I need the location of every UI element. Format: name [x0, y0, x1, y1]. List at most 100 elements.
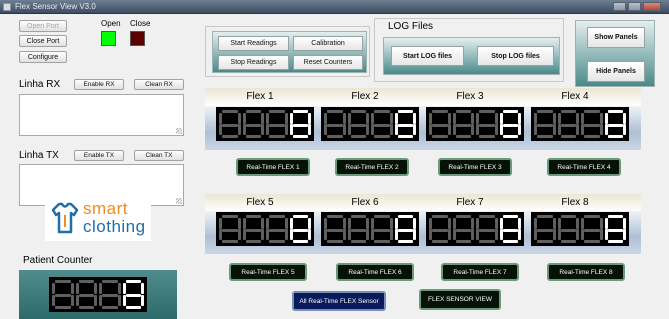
stop-log-files-button[interactable]: Stop LOG files	[477, 46, 554, 66]
clean-rx-button[interactable]: Clean RX	[134, 79, 184, 90]
flex-7-name: Flex 7	[456, 197, 484, 208]
minimize-button[interactable]	[613, 2, 626, 11]
display-digit	[371, 110, 393, 138]
display-digit	[476, 110, 498, 138]
counter-digit	[52, 280, 74, 309]
tx-label: Linha TX	[19, 150, 59, 161]
flex-6-name: Flex 6	[351, 197, 379, 208]
display-digit	[219, 215, 241, 243]
close-port-button[interactable]: Close Port	[19, 35, 67, 47]
display-digit	[324, 110, 346, 138]
maximize-button[interactable]	[628, 2, 641, 11]
enable-rx-button[interactable]: Enable RX	[74, 79, 124, 90]
display-digit	[429, 215, 451, 243]
flex-8-display	[531, 212, 629, 246]
configure-button[interactable]: Configure	[19, 51, 67, 63]
start-log-files-button[interactable]: Start LOG files	[391, 46, 464, 66]
resize-grip[interactable]	[176, 198, 182, 204]
patient-counter-display	[49, 277, 147, 312]
show-panels-button[interactable]: Show Panels	[587, 27, 645, 48]
flex-5-name: Flex 5	[246, 197, 274, 208]
display-digit	[347, 110, 369, 138]
flex-8-name: Flex 8	[561, 197, 589, 208]
flex-5-display	[216, 212, 314, 246]
stop-readings-button[interactable]: Stop Readings	[218, 55, 289, 70]
realtime-flex-1-button[interactable]: Real-Time FLEX 1	[236, 158, 310, 176]
realtime-flex-3-button[interactable]: Real-Time FLEX 3	[438, 158, 512, 176]
display-digit	[452, 215, 474, 243]
title-bar: Flex Sensor View V3.0	[0, 0, 669, 14]
display-digit	[499, 215, 521, 243]
display-digit	[429, 110, 451, 138]
display-digit	[604, 215, 626, 243]
start-readings-button[interactable]: Start Readings	[218, 36, 289, 51]
display-digit	[219, 110, 241, 138]
display-digit	[242, 110, 264, 138]
app-icon	[3, 3, 11, 11]
display-digit	[289, 215, 311, 243]
readings-panel: Start Readings Calibration Stop Readings…	[212, 31, 367, 73]
display-digit	[534, 215, 556, 243]
close-window-button[interactable]	[643, 2, 661, 11]
realtime-flex-6-button[interactable]: Real-Time FLEX 6	[336, 263, 414, 281]
display-digit	[324, 215, 346, 243]
display-digit	[452, 110, 474, 138]
display-digit	[266, 110, 288, 138]
flex-4-name: Flex 4	[561, 91, 589, 102]
patient-counter-panel	[19, 270, 177, 319]
patient-counter-label: Patient Counter	[23, 255, 93, 266]
realtime-flex-8-button[interactable]: Real-Time FLEX 8	[547, 263, 625, 281]
smart-clothing-logo: smart clothing	[45, 197, 151, 241]
display-digit	[557, 110, 579, 138]
display-digit	[581, 215, 603, 243]
log-files-title: LOG Files	[388, 21, 434, 32]
flex-sensor-view-button[interactable]: FLEX SENSOR VIEW	[419, 289, 501, 310]
display-digit	[266, 215, 288, 243]
flex-1-display	[216, 107, 314, 141]
close-status-led	[130, 31, 145, 46]
display-digit	[581, 110, 603, 138]
open-port-button[interactable]: Open Port	[19, 20, 67, 32]
main-window: Open Port Close Port Configure Open Clos…	[0, 14, 669, 319]
hide-panels-button[interactable]: Hide Panels	[587, 61, 645, 82]
display-digit	[289, 110, 311, 138]
counter-digit	[75, 280, 97, 309]
window-title: Flex Sensor View V3.0	[15, 2, 96, 11]
logo-text-clothing: clothing	[83, 217, 146, 236]
rx-textarea[interactable]	[19, 94, 184, 136]
window-controls	[613, 2, 661, 11]
realtime-flex-7-button[interactable]: Real-Time FLEX 7	[441, 263, 519, 281]
display-digit	[371, 215, 393, 243]
panels-group: Show Panels Hide Panels	[575, 20, 655, 87]
realtime-flex-5-button[interactable]: Real-Time FLEX 5	[229, 263, 307, 281]
shirt-icon	[51, 202, 79, 234]
logo-text-smart: smart	[83, 199, 128, 218]
flex-3-display	[426, 107, 524, 141]
display-digit	[394, 110, 416, 138]
flex-1-name: Flex 1	[246, 91, 274, 102]
display-digit	[476, 215, 498, 243]
counter-digit	[99, 280, 121, 309]
reset-counters-button[interactable]: Reset Counters	[293, 55, 363, 70]
counter-digit	[122, 280, 144, 309]
display-digit	[534, 110, 556, 138]
open-status-led	[101, 31, 116, 46]
resize-grip[interactable]	[176, 128, 182, 134]
flex-2-display	[321, 107, 419, 141]
clean-tx-button[interactable]: Clean TX	[134, 150, 184, 161]
flex-4-display	[531, 107, 629, 141]
calibration-button[interactable]: Calibration	[293, 36, 363, 51]
all-realtime-flex-sensor-button[interactable]: All Real-Time FLEX Sensor	[292, 291, 386, 311]
flex-3-name: Flex 3	[456, 91, 484, 102]
flex-7-display	[426, 212, 524, 246]
enable-tx-button[interactable]: Enable TX	[74, 150, 124, 161]
log-files-panel: Start LOG files Stop LOG files	[383, 37, 560, 75]
flex-6-display	[321, 212, 419, 246]
display-digit	[242, 215, 264, 243]
open-led-label: Open	[101, 19, 121, 28]
display-digit	[499, 110, 521, 138]
display-digit	[604, 110, 626, 138]
realtime-flex-4-button[interactable]: Real-Time FLEX 4	[547, 158, 621, 176]
realtime-flex-2-button[interactable]: Real-Time FLEX 2	[335, 158, 409, 176]
display-digit	[347, 215, 369, 243]
